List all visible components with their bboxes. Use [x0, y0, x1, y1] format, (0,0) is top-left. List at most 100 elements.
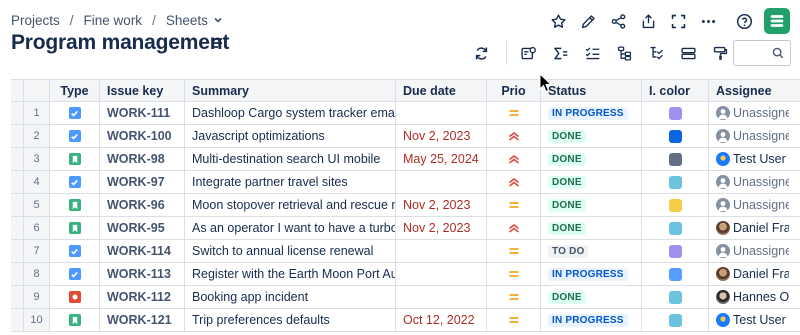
summary-cell[interactable]: Switch to annual license renewal [185, 240, 396, 262]
due-date-cell[interactable]: May 25, 2024 [396, 148, 487, 170]
help-icon[interactable] [732, 9, 756, 33]
due-date-cell[interactable] [396, 240, 487, 262]
summary-cell[interactable]: Multi-destination search UI mobile [185, 148, 396, 170]
summary-cell[interactable]: Integrate partner travel sites [185, 171, 396, 193]
column-header-due-date[interactable]: Due date [396, 80, 487, 101]
breadcrumb-fine-work[interactable]: Fine work [84, 13, 143, 28]
column-header-issue-color[interactable]: I. color [642, 80, 709, 101]
refresh-icon[interactable] [468, 40, 494, 66]
edit-icon[interactable] [576, 9, 600, 33]
issue-key-cell[interactable]: WORK-113 [100, 263, 185, 285]
issue-color-cell[interactable] [642, 194, 709, 216]
status-cell[interactable]: DONE [541, 194, 642, 216]
type-cell[interactable] [50, 217, 100, 239]
type-cell[interactable] [50, 102, 100, 124]
row-select-cell[interactable] [11, 263, 24, 285]
type-cell[interactable] [50, 148, 100, 170]
priority-cell[interactable] [487, 125, 541, 147]
column-header-type[interactable]: Type [50, 80, 100, 101]
priority-cell[interactable] [487, 148, 541, 170]
export-icon[interactable] [636, 9, 660, 33]
summary-cell[interactable]: Register with the Earth Moon Port Aut... [185, 263, 396, 285]
due-date-cell[interactable]: Nov 2, 2023 [396, 217, 487, 239]
issue-color-cell[interactable] [642, 102, 709, 124]
type-cell[interactable] [50, 286, 100, 308]
row-select-cell[interactable] [11, 217, 24, 239]
priority-cell[interactable] [487, 217, 541, 239]
row-select-cell[interactable] [11, 102, 24, 124]
due-date-cell[interactable] [396, 286, 487, 308]
select-all-cell[interactable] [11, 80, 24, 101]
row-select-cell[interactable] [11, 309, 24, 331]
share-icon[interactable] [606, 9, 630, 33]
assignee-cell[interactable]: Unassigned [709, 240, 789, 262]
due-date-cell[interactable]: Nov 2, 2023 [396, 125, 487, 147]
assignee-cell[interactable]: Unassigned [709, 102, 789, 124]
table-row[interactable]: 9 WORK-112 Booking app incident DONE Hannes … [11, 286, 800, 309]
assignee-cell[interactable]: Unassigned [709, 194, 789, 216]
issue-key-cell[interactable]: WORK-111 [100, 102, 185, 124]
issue-color-cell[interactable] [642, 171, 709, 193]
table-row[interactable]: 2 WORK-100 Javascript optimizations Nov 2, … [11, 125, 800, 148]
table-row[interactable]: 8 WORK-113 Register with the Earth Moon Po… [11, 263, 800, 286]
star-icon[interactable] [546, 9, 570, 33]
chevron-down-icon[interactable] [213, 15, 223, 25]
fullscreen-icon[interactable] [666, 9, 690, 33]
issue-key-cell[interactable]: WORK-114 [100, 240, 185, 262]
format-painter-icon[interactable] [707, 40, 733, 66]
issue-color-cell[interactable] [642, 263, 709, 285]
issue-key-cell[interactable]: WORK-97 [100, 171, 185, 193]
status-cell[interactable]: DONE [541, 148, 642, 170]
due-date-cell[interactable]: Nov 2, 2023 [396, 194, 487, 216]
type-cell[interactable] [50, 171, 100, 193]
priority-cell[interactable] [487, 309, 541, 331]
type-cell[interactable] [50, 263, 100, 285]
status-cell[interactable]: DONE [541, 286, 642, 308]
app-logo[interactable] [764, 8, 790, 34]
row-select-cell[interactable] [11, 171, 24, 193]
column-header-status[interactable]: Status [541, 80, 642, 101]
issue-color-cell[interactable] [642, 286, 709, 308]
assignee-cell[interactable]: Unassigned [709, 171, 789, 193]
table-row[interactable]: 3 WORK-98 Multi-destination search UI mobi… [11, 148, 800, 171]
column-header-issue-key[interactable]: Issue key [100, 80, 185, 101]
row-select-cell[interactable] [11, 240, 24, 262]
summary-cell[interactable]: Dashloop Cargo system tracker email... [185, 102, 396, 124]
due-date-cell[interactable] [396, 263, 487, 285]
sum-icon[interactable] [547, 40, 573, 66]
type-cell[interactable] [50, 240, 100, 262]
issue-key-cell[interactable]: WORK-100 [100, 125, 185, 147]
column-header-assignee[interactable]: Assignee [709, 80, 789, 101]
assignee-cell[interactable]: Daniel Fran [709, 263, 789, 285]
status-cell[interactable]: DONE [541, 171, 642, 193]
status-cell[interactable]: IN PROGRESS [541, 102, 642, 124]
row-select-cell[interactable] [11, 125, 24, 147]
issue-key-cell[interactable]: WORK-96 [100, 194, 185, 216]
assignee-cell[interactable]: Test User [709, 148, 789, 170]
search-input[interactable] [733, 40, 791, 66]
table-row[interactable]: 6 WORK-95 As an operator I want to have a … [11, 217, 800, 240]
priority-cell[interactable] [487, 263, 541, 285]
summary-cell[interactable]: Javascript optimizations [185, 125, 396, 147]
issue-key-cell[interactable]: WORK-112 [100, 286, 185, 308]
breadcrumb-sheets[interactable]: Sheets [166, 13, 208, 28]
table-row[interactable]: 1 WORK-111 Dashloop Cargo system tracker e… [11, 102, 800, 125]
priority-cell[interactable] [487, 286, 541, 308]
breadcrumb-projects[interactable]: Projects [11, 13, 60, 28]
summary-cell[interactable]: Booking app incident [185, 286, 396, 308]
summary-cell[interactable]: Trip preferences defaults [185, 309, 396, 331]
card-view-icon[interactable] [515, 40, 541, 66]
more-icon[interactable] [696, 9, 720, 33]
status-cell[interactable]: IN PROGRESS [541, 309, 642, 331]
issue-color-cell[interactable] [642, 148, 709, 170]
table-row[interactable]: 5 WORK-96 Moon stopover retrieval and resc… [11, 194, 800, 217]
table-row[interactable]: 4 WORK-97 Integrate partner travel sites DO… [11, 171, 800, 194]
priority-cell[interactable] [487, 240, 541, 262]
table-row[interactable]: 10 WORK-121 Trip preferences defaults Oct 1… [11, 309, 800, 332]
status-cell[interactable]: DONE [541, 125, 642, 147]
issue-key-cell[interactable]: WORK-98 [100, 148, 185, 170]
row-select-cell[interactable] [11, 286, 24, 308]
type-cell[interactable] [50, 309, 100, 331]
summary-cell[interactable]: As an operator I want to have a turbo ..… [185, 217, 396, 239]
due-date-cell[interactable] [396, 171, 487, 193]
